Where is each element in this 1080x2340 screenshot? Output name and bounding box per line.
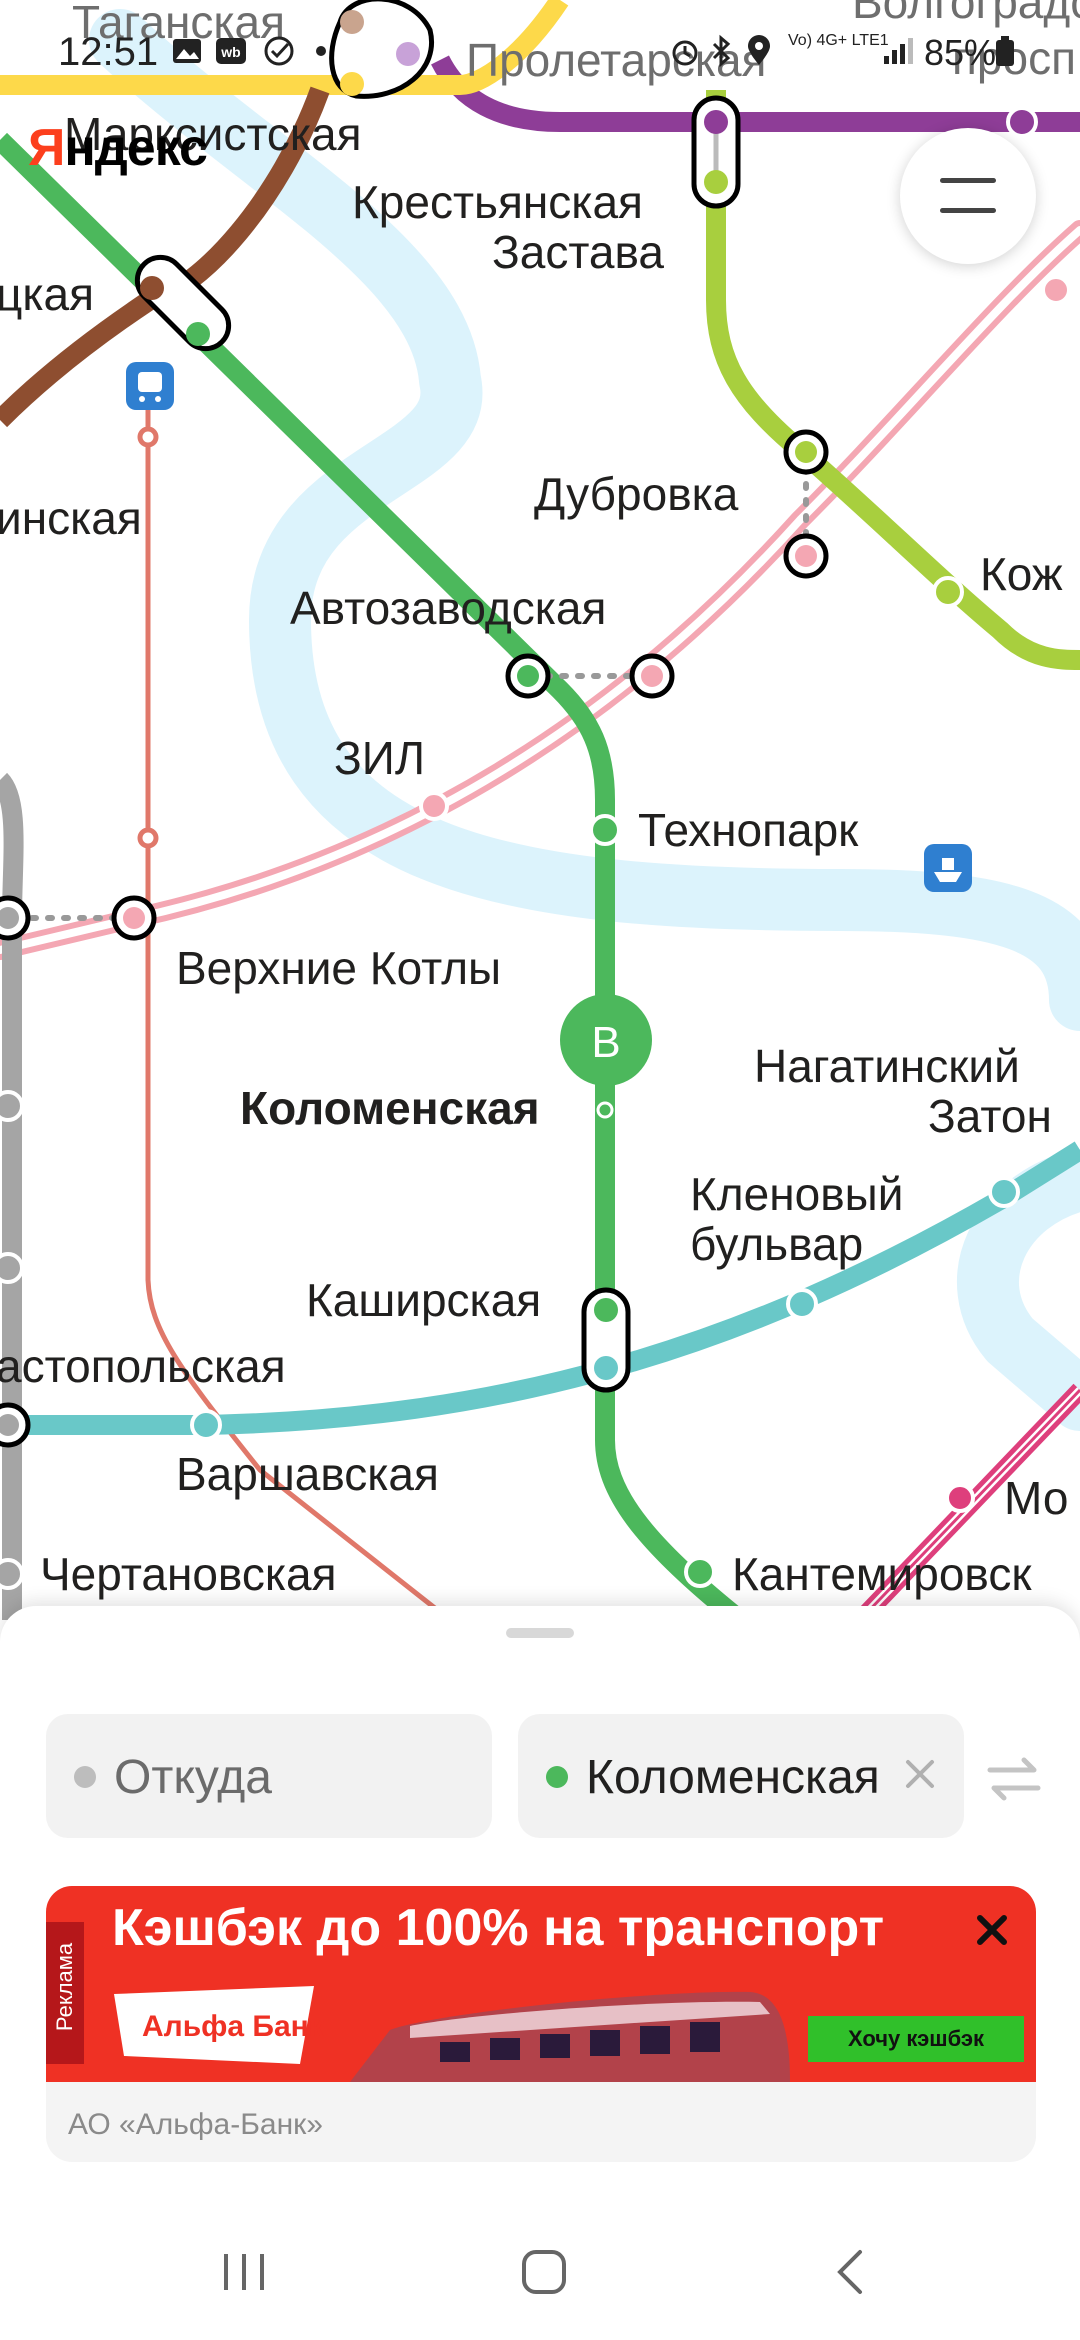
label-inskaya: инская xyxy=(0,492,142,544)
label-varshavskaya: Варшавская xyxy=(176,1448,439,1500)
ad-close-icon[interactable] xyxy=(970,1908,1014,1952)
to-field[interactable]: Коломенская xyxy=(518,1714,964,1838)
ad-card[interactable]: Реклама Кэшбэк до 100% на транспорт Альф… xyxy=(46,1886,1036,2162)
menu-button[interactable] xyxy=(900,128,1036,264)
label-tskaya: цкая xyxy=(0,268,94,320)
train-icon[interactable] xyxy=(126,362,174,410)
label-krestyanskaya-1: Крестьянская xyxy=(352,176,643,228)
network-type: Vo) 4G+ LTE1 xyxy=(788,32,889,49)
back-icon[interactable] xyxy=(832,2248,868,2296)
label-verkhnie-kotly: Верхние Котлы xyxy=(176,942,501,994)
status-time: 12:51 xyxy=(58,30,159,74)
ad-bank-name: Альфа Банк xyxy=(142,2010,324,2043)
system-nav-bar xyxy=(0,2220,1080,2340)
capsule-krestyanskaya[interactable] xyxy=(691,95,741,209)
label-tekhnopark: Технопарк xyxy=(638,804,859,856)
boat-icon[interactable] xyxy=(924,844,972,892)
sheet-handle[interactable] xyxy=(506,1628,574,1638)
capsule-kashirskaya[interactable] xyxy=(581,1287,631,1393)
to-value: Коломенская xyxy=(586,1751,880,1804)
train-image xyxy=(350,1991,790,2082)
ad-banner[interactable]: Реклама Кэшбэк до 100% на транспорт Альф… xyxy=(46,1886,1036,2082)
status-bar: 12:51 wb Vo) 4G+ LTE1 85% xyxy=(0,20,1080,84)
from-field[interactable]: Откуда xyxy=(46,1714,492,1838)
label-dubrovka: Дубровка xyxy=(534,468,739,520)
wb-icon: wb xyxy=(216,38,246,64)
clear-icon[interactable] xyxy=(900,1754,940,1794)
to-dot xyxy=(546,1766,568,1788)
home-icon[interactable] xyxy=(520,2248,568,2296)
check-icon xyxy=(264,36,294,66)
recent-apps-icon[interactable] xyxy=(218,2250,270,2294)
ad-label: Реклама xyxy=(52,1942,77,2032)
label-zil: ЗИЛ xyxy=(334,732,425,784)
battery-percent: 85% xyxy=(923,32,996,73)
label-klenovy-2: бульвар xyxy=(690,1218,863,1270)
swap-icon[interactable] xyxy=(984,1754,1044,1804)
label-krestyanskaya-2: Застава xyxy=(492,226,664,278)
logo-letter: Я xyxy=(28,119,65,177)
label-sevastopolskaya: астопольская xyxy=(0,1340,286,1392)
label-kolomenskaya: Коломенская xyxy=(240,1082,540,1134)
ad-cta-button[interactable]: Хочу кэшбэк xyxy=(808,2016,1024,2062)
svg-text:wb: wb xyxy=(220,44,240,60)
battery-icon xyxy=(996,36,1014,66)
from-dot xyxy=(74,1766,96,1788)
destination-marker[interactable]: B xyxy=(560,994,652,1086)
bluetooth-icon xyxy=(712,34,731,68)
from-placeholder: Откуда xyxy=(114,1751,272,1804)
label-klenovy-1: Кленовый xyxy=(690,1168,903,1220)
label-nagatinsky-1: Нагатинский xyxy=(754,1040,1020,1092)
yandex-logo: Яндекс xyxy=(28,118,208,178)
location-icon xyxy=(748,35,770,65)
label-mo: Мо xyxy=(1004,1472,1068,1524)
label-kozh: Кож xyxy=(980,548,1063,600)
label-kantemirovskaya: Кантемировск xyxy=(732,1548,1032,1600)
logo-text: ндекс xyxy=(64,119,208,177)
image-icon xyxy=(173,39,201,63)
ad-advertiser: АО «Альфа-Банк» xyxy=(68,2108,323,2141)
dot-icon xyxy=(316,46,326,56)
ad-headline: Кэшбэк до 100% на транспорт xyxy=(112,1899,885,1957)
label-nagatinsky-2: Затон xyxy=(928,1090,1052,1142)
alarm-icon xyxy=(672,40,698,66)
label-kashirskaya: Каширская xyxy=(306,1274,541,1326)
signal-icon xyxy=(884,38,913,64)
ad-label-tag: Реклама xyxy=(46,1922,84,2064)
label-avtozavodskaya: Автозаводская xyxy=(290,582,606,634)
label-chertanovskaya: Чертановская xyxy=(40,1548,336,1600)
destination-marker-letter: B xyxy=(591,1018,620,1067)
